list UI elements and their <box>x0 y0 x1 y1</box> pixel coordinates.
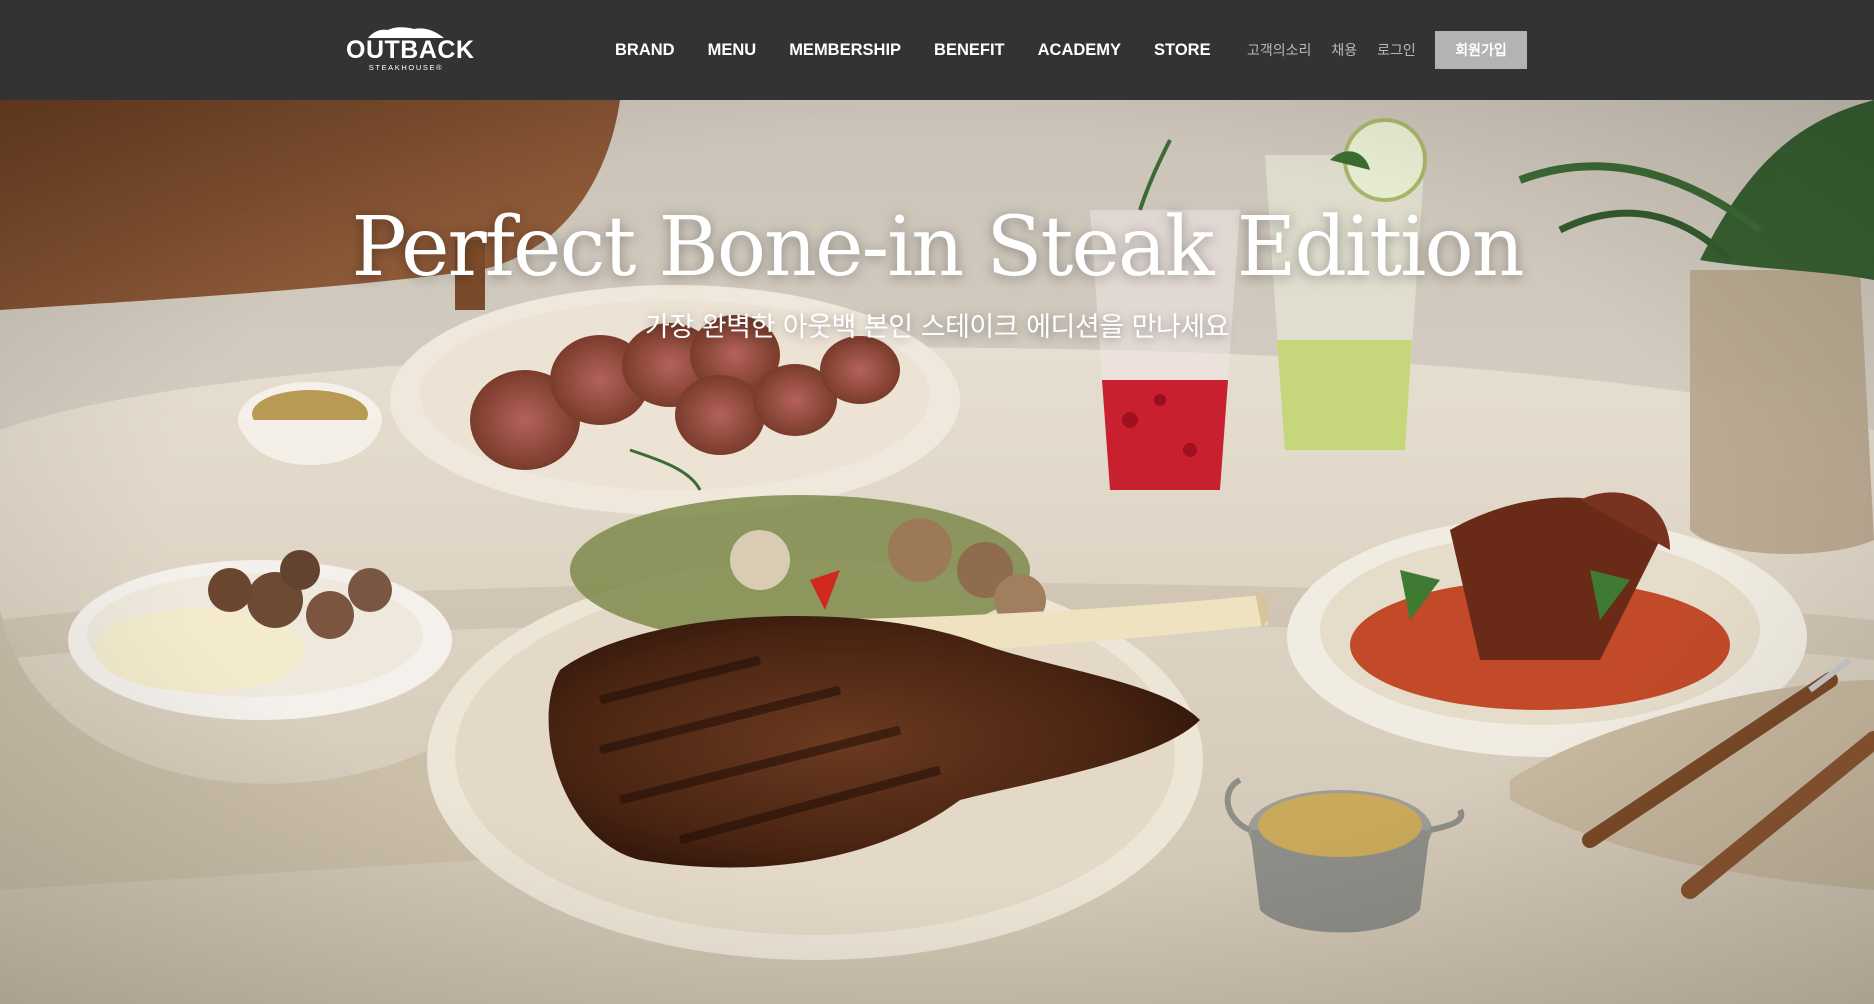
logo-subtitle: STEAKHOUSE® <box>368 63 444 72</box>
careers-link[interactable]: 채용 <box>1331 40 1357 60</box>
nav-menu[interactable]: MENU <box>708 41 757 60</box>
hero-banner[interactable]: Perfect Bone-in Steak Edition 가장 완벽한 아웃백… <box>0 100 1874 1004</box>
signup-button[interactable]: 회원가입 <box>1435 31 1527 69</box>
nav-membership[interactable]: MEMBERSHIP <box>789 41 901 60</box>
nav-academy[interactable]: ACADEMY <box>1038 41 1121 60</box>
hero-title: Perfect Bone-in Steak Edition <box>351 200 1524 295</box>
nav-brand[interactable]: BRAND <box>615 41 675 60</box>
nav-store[interactable]: STORE <box>1154 41 1211 60</box>
outback-logo[interactable]: OUTBACK STEAKHOUSE® <box>344 24 475 74</box>
utility-links: 고객의소리 채용 로그인 <box>1247 0 1436 100</box>
login-link[interactable]: 로그인 <box>1377 40 1416 60</box>
nav-benefit[interactable]: BENEFIT <box>934 41 1005 60</box>
main-nav: BRAND MENU MEMBERSHIP BENEFIT ACADEMY ST… <box>615 0 1211 100</box>
site-header: OUTBACK STEAKHOUSE® BRAND MENU MEMBERSHI… <box>0 0 1874 100</box>
customer-voice-link[interactable]: 고객의소리 <box>1247 40 1311 60</box>
hero-subtitle: 가장 완벽한 아웃백 본인 스테이크 에디션을 만나세요 <box>645 312 1229 343</box>
logo-wordmark: OUTBACK <box>346 36 475 64</box>
